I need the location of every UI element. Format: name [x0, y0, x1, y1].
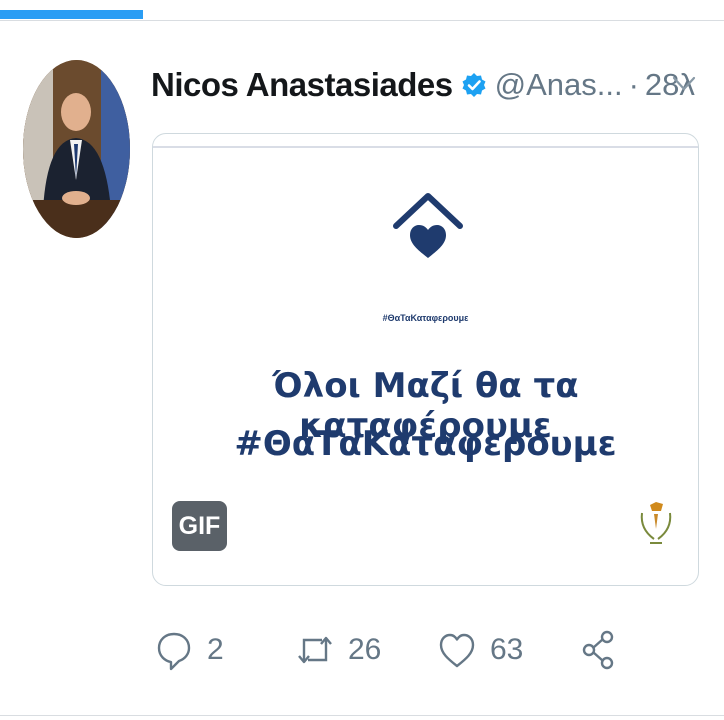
avatar-photo: [23, 60, 130, 238]
reply-count: 2: [207, 633, 224, 666]
separator-dot: ·: [628, 67, 639, 102]
reply-icon: [157, 632, 191, 671]
retweet-action[interactable]: 26: [296, 628, 381, 672]
like-action[interactable]: 63: [438, 628, 523, 672]
chevron-down-icon[interactable]: [670, 72, 698, 96]
gif-media-card[interactable]: #ΘαΤαΚαταφερουμε Όλοι Μαζί θα τα καταφέρ…: [152, 133, 699, 586]
active-tab-indicator: [0, 10, 143, 19]
logo-hashtag: #ΘαΤαΚαταφερουμε: [382, 313, 469, 323]
author-name[interactable]: Nicos Anastasiades: [151, 66, 453, 104]
heart-icon: [439, 633, 475, 668]
share-action[interactable]: [580, 628, 618, 672]
share-icon: [582, 630, 614, 670]
verified-badge-icon: [462, 73, 486, 97]
retweet-count: 26: [348, 633, 382, 666]
house-heart-logo: [393, 193, 463, 258]
tweet-header: Nicos Anastasiades @Anas... · 28λ: [151, 60, 695, 110]
divider: [0, 715, 724, 716]
like-count: 63: [490, 633, 524, 666]
retweet-icon: [298, 636, 332, 664]
top-tab-bar: [0, 0, 724, 21]
cyprus-emblem-icon: [640, 502, 672, 544]
reply-action[interactable]: 2: [155, 628, 224, 672]
media-top-band: [153, 146, 698, 148]
avatar[interactable]: [23, 60, 130, 238]
media-hashtag: #ΘαΤαΚαταφερουμε: [234, 424, 617, 464]
tweet-actions: 2 26 63: [0, 620, 724, 680]
gif-badge: GIF: [172, 501, 227, 551]
author-handle[interactable]: @Anas...: [495, 67, 623, 103]
